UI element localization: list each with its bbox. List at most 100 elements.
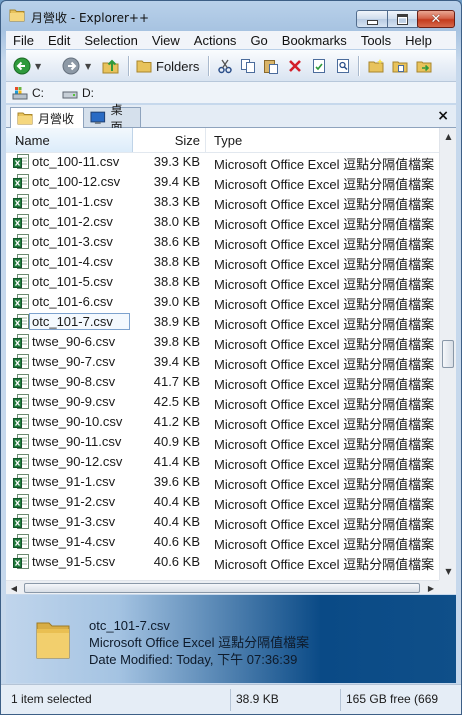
file-name: twse_90-9.csv [32, 394, 116, 409]
file-row[interactable]: twse_91-2.csv 40.4 KB Microsoft Office Exc… [6, 492, 439, 512]
forward-dropdown-icon[interactable]: ▼ [85, 62, 91, 71]
tab-bar: 月營收 桌面 × [6, 103, 456, 134]
horizontal-scroll-thumb[interactable] [24, 583, 420, 593]
file-name: otc_101-3.csv [32, 234, 113, 249]
paste-icon [264, 60, 278, 74]
file-row[interactable]: twse_91-4.csv 40.6 KB Microsoft Office Exc… [6, 532, 439, 552]
scroll-up-icon[interactable]: ▲ [440, 128, 456, 145]
menu-view[interactable]: View [145, 33, 187, 48]
display-date-modified: Date Modified: Today, 下午 07:36:39 [89, 652, 298, 667]
file-row[interactable]: twse_90-6.csv 39.8 KB Microsoft Office Exc… [6, 332, 439, 352]
csv-file-icon [13, 494, 29, 509]
file-name: otc_101-2.csv [32, 214, 113, 229]
file-size: 39.0 KB [153, 294, 200, 309]
tab-desktop[interactable]: 桌面 [83, 103, 141, 134]
scroll-right-icon[interactable]: ▶ [423, 581, 439, 594]
menu-help[interactable]: Help [398, 33, 439, 48]
file-row[interactable]: twse_90-7.csv 39.4 KB Microsoft Office Exc… [6, 352, 439, 372]
file-row[interactable]: twse_90-11.csv 40.9 KB Microsoft Office Ex… [6, 432, 439, 452]
csv-file-icon [13, 194, 29, 209]
properties-button[interactable] [310, 57, 328, 75]
file-type: Microsoft Office Excel 逗點分隔值檔案 [214, 497, 435, 512]
file-type: Microsoft Office Excel 逗點分隔值檔案 [214, 197, 435, 212]
file-row[interactable]: twse_91-5.csv 40.6 KB Microsoft Office Exc… [6, 552, 439, 572]
file-row[interactable]: otc_101-1.csv 38.3 KB Microsoft Office Exc… [6, 192, 439, 212]
vertical-scroll-thumb[interactable] [442, 340, 454, 368]
search-button[interactable] [334, 57, 352, 75]
copy-to-icon [392, 61, 408, 73]
file-type: Microsoft Office Excel 逗點分隔值檔案 [214, 357, 435, 372]
file-row[interactable]: twse_90-10.csv 41.2 KB Microsoft Office Ex… [6, 412, 439, 432]
column-size[interactable]: Size [133, 128, 206, 152]
new-folder-button[interactable] [367, 57, 385, 75]
cut-button[interactable] [216, 57, 234, 75]
up-button[interactable] [102, 57, 120, 75]
column-name[interactable]: ︿ Name [6, 128, 133, 152]
file-name: otc_100-11.csv [32, 154, 120, 169]
file-type: Microsoft Office Excel 逗點分隔值檔案 [214, 237, 435, 252]
file-row[interactable]: twse_91-3.csv 40.4 KB Microsoft Office Exc… [6, 512, 439, 532]
move-to-button[interactable] [415, 57, 433, 75]
toolbar: ▼ ▼ Folders [6, 50, 456, 82]
drive-c[interactable]: C: [12, 85, 44, 101]
menu-actions[interactable]: Actions [187, 33, 244, 48]
file-type: Microsoft Office Excel 逗點分隔值檔案 [214, 337, 435, 352]
file-type: Microsoft Office Excel 逗點分隔值檔案 [214, 317, 435, 332]
file-name: otc_101-4.csv [32, 254, 113, 269]
menu-file[interactable]: File [6, 33, 41, 48]
file-size: 40.9 KB [153, 434, 200, 449]
back-dropdown-icon[interactable]: ▼ [35, 62, 41, 71]
forward-button[interactable] [62, 57, 80, 75]
tab-monthly-revenue[interactable]: 月營收 [10, 107, 84, 128]
file-list-view[interactable]: ︿ Name Size Type otc_100-11.csv 39.3 KB Mi… [6, 128, 456, 594]
file-row[interactable]: otc_101-5.csv 38.8 KB Microsoft Office Exc… [6, 272, 439, 292]
file-row[interactable]: otc_100-11.csv 39.3 KB Microsoft Office Ex… [6, 152, 439, 172]
file-row[interactable]: otc_101-3.csv 38.6 KB Microsoft Office Exc… [6, 232, 439, 252]
delete-button[interactable] [286, 57, 304, 75]
file-row[interactable]: otc_100-12.csv 39.4 KB Microsoft Office Ex… [6, 172, 439, 192]
file-row[interactable]: twse_90-8.csv 41.7 KB Microsoft Office Exc… [6, 372, 439, 392]
csv-file-icon [13, 394, 29, 409]
column-type[interactable]: Type [206, 128, 439, 152]
vertical-scrollbar[interactable]: ▲ ▼ [439, 128, 456, 580]
file-size: 38.3 KB [153, 194, 200, 209]
back-button[interactable] [13, 57, 31, 75]
folders-button[interactable]: Folders [136, 56, 199, 76]
scroll-down-icon[interactable]: ▼ [440, 563, 456, 580]
title-bar[interactable]: 月營收 - Explorer++ ✕ [1, 1, 461, 31]
file-row[interactable]: twse_91-1.csv 39.6 KB Microsoft Office Exc… [6, 472, 439, 492]
file-size: 41.2 KB [153, 414, 200, 429]
horizontal-scrollbar[interactable]: ◀ ▶ [6, 580, 439, 594]
close-button[interactable]: ✕ [417, 10, 455, 28]
scroll-left-icon[interactable]: ◀ [6, 581, 22, 594]
drive-d[interactable]: D: [62, 85, 94, 101]
file-row[interactable]: twse_90-9.csv 42.5 KB Microsoft Office Exc… [6, 392, 439, 412]
file-row[interactable]: otc_101-7.csv 38.9 KB Microsoft Office Exc… [6, 312, 439, 332]
menu-tools[interactable]: Tools [354, 33, 398, 48]
file-row[interactable]: twse_90-12.csv 41.4 KB Microsoft Office Ex… [6, 452, 439, 472]
file-type: Microsoft Office Excel 逗點分隔值檔案 [214, 437, 435, 452]
file-row-partial[interactable] [6, 572, 439, 580]
new-folder-icon [368, 59, 384, 73]
menu-selection[interactable]: Selection [77, 33, 144, 48]
drive-d-label: D: [82, 85, 94, 100]
menu-go[interactable]: Go [243, 33, 274, 48]
folders-label: Folders [156, 58, 200, 74]
file-row[interactable]: otc_101-2.csv 38.0 KB Microsoft Office Exc… [6, 212, 439, 232]
close-tab-icon[interactable]: × [437, 108, 449, 124]
paste-button[interactable] [262, 57, 280, 75]
file-name: twse_91-4.csv [32, 534, 116, 549]
file-row[interactable]: otc_101-6.csv 39.0 KB Microsoft Office Exc… [6, 292, 439, 312]
menu-edit[interactable]: Edit [41, 33, 77, 48]
copy-icon [241, 59, 255, 73]
drives-bar: C: D: [6, 82, 456, 103]
copy-to-button[interactable] [391, 57, 409, 75]
file-row[interactable]: otc_101-4.csv 38.8 KB Microsoft Office Exc… [6, 252, 439, 272]
copy-button[interactable] [239, 57, 257, 75]
menu-bookmarks[interactable]: Bookmarks [275, 33, 354, 48]
csv-file-icon [13, 554, 29, 569]
status-bar: 1 item selected 38.9 KB 165 GB free (669 [1, 684, 461, 714]
minimize-button[interactable] [356, 10, 388, 28]
maximize-button[interactable] [387, 10, 418, 28]
forward-icon [62, 57, 80, 75]
